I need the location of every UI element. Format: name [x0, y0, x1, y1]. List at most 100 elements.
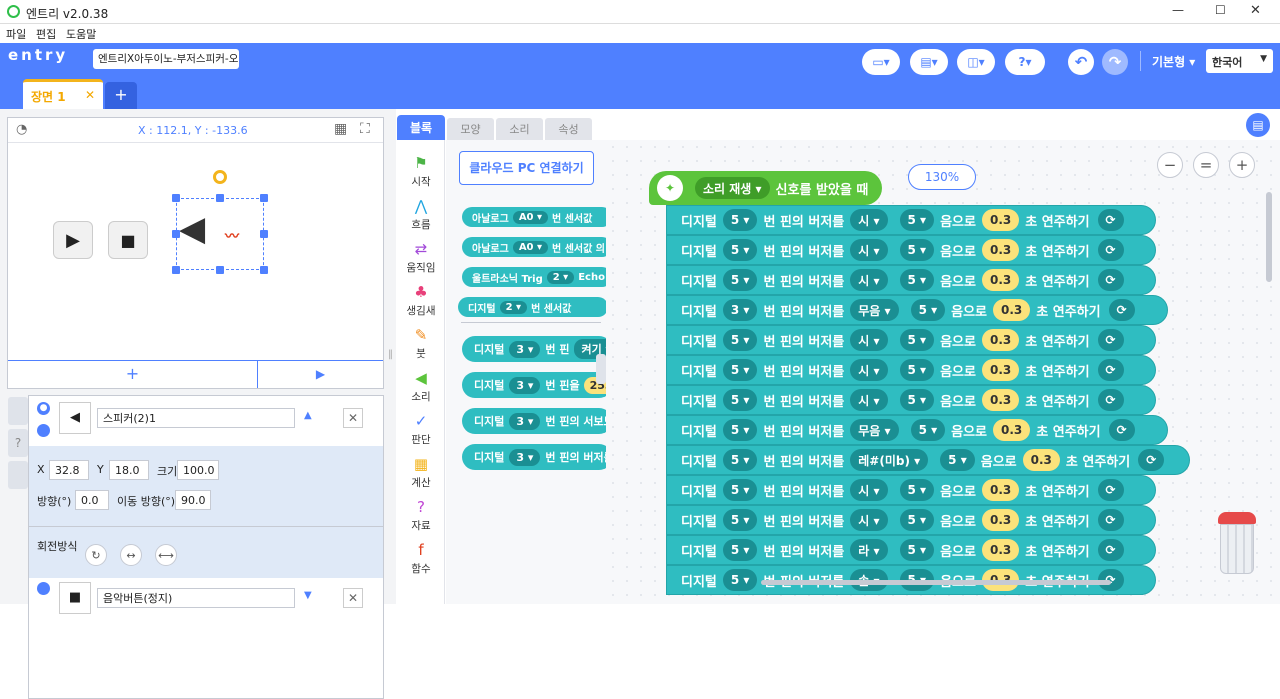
- link-icon[interactable]: ⟳: [1097, 389, 1124, 411]
- octave-dropdown[interactable]: 5 ▾: [899, 209, 935, 231]
- pin-dropdown[interactable]: 5 ▾: [722, 209, 758, 231]
- category-check[interactable]: ✓ 판단: [397, 406, 445, 448]
- note-dropdown[interactable]: 시 ▾: [850, 509, 888, 531]
- help-menu-button[interactable]: ?▾: [1005, 49, 1045, 75]
- pin-dropdown[interactable]: 5 ▾: [722, 389, 758, 411]
- link-icon[interactable]: ⟳: [1108, 299, 1135, 321]
- category-move[interactable]: ⇄ 움직임: [397, 234, 445, 276]
- maximize-button[interactable]: ☐: [1215, 3, 1226, 17]
- rotate-handle[interactable]: [213, 170, 227, 184]
- sprite-name-input-2[interactable]: 음악버튼(정지): [97, 588, 295, 608]
- note-dropdown[interactable]: 시 ▾: [850, 329, 888, 351]
- link-icon[interactable]: ⟳: [1097, 539, 1124, 561]
- document-menu-button[interactable]: ▤▾: [910, 49, 948, 75]
- link-icon[interactable]: ⟳: [1108, 419, 1135, 441]
- tab-shape[interactable]: 모양: [447, 118, 494, 141]
- pin-dropdown[interactable]: 5 ▾: [722, 539, 758, 561]
- palette-output-block[interactable]: 디지털3 ▾번 핀켜기 ▾: [462, 336, 606, 362]
- mode-select[interactable]: 기본형 ▾: [1152, 53, 1195, 70]
- link-icon[interactable]: ⟳: [1097, 359, 1124, 381]
- buzzer-play-block[interactable]: 디지털 3 ▾ 번 핀의 버저를 무음 ▾ 5 ▾ 음으로 0.3 초 연주하기 ⟳: [666, 295, 1168, 325]
- rotate-free-button[interactable]: ↻: [85, 544, 107, 566]
- buzzer-play-block[interactable]: 디지털 5 ▾ 번 핀의 버저를 시 ▾ 5 ▾ 음으로 0.3 초 연주하기 ⟳: [666, 235, 1156, 265]
- resize-handle[interactable]: [172, 194, 180, 202]
- buzzer-play-block[interactable]: 디지털 5 ▾ 번 핀의 버저를 시 ▾ 5 ▾ 음으로 0.3 초 연주하기 ⟳: [666, 325, 1156, 355]
- buzzer-play-block[interactable]: 디지털 5 ▾ 번 핀의 버저를 시 ▾ 5 ▾ 음으로 0.3 초 연주하기 ⟳: [666, 355, 1156, 385]
- language-select[interactable]: 한국어 ▼: [1206, 49, 1273, 73]
- note-dropdown[interactable]: 레#(미b) ▾: [850, 449, 929, 471]
- eye-icon[interactable]: [37, 582, 50, 595]
- octave-dropdown[interactable]: 5 ▾: [899, 389, 935, 411]
- octave-dropdown[interactable]: 5 ▾: [910, 299, 946, 321]
- close-button[interactable]: ✕: [1250, 3, 1261, 18]
- pin-dropdown[interactable]: 5 ▾: [722, 329, 758, 351]
- resize-handle[interactable]: [260, 230, 268, 238]
- menu-help[interactable]: 도움말: [66, 26, 96, 42]
- link-icon[interactable]: ⟳: [1097, 269, 1124, 291]
- play-sprite-button[interactable]: ▶: [53, 221, 93, 259]
- duration-input[interactable]: 0.3: [981, 329, 1020, 351]
- category-question[interactable]: ? 자료: [397, 492, 445, 534]
- duration-input[interactable]: 0.3: [981, 389, 1020, 411]
- side-tab-objects[interactable]: [8, 397, 28, 425]
- palette-scroll-handle[interactable]: [596, 354, 606, 384]
- category-flag[interactable]: ⚑ 시작: [397, 148, 445, 190]
- palette-output-block[interactable]: 디지털 3 ▾ 번 핀의 버저를: [462, 444, 606, 470]
- octave-dropdown[interactable]: 5 ▾: [940, 449, 975, 471]
- link-icon[interactable]: ⟳: [1097, 479, 1124, 501]
- link-icon[interactable]: ⟳: [1097, 329, 1124, 351]
- grid-icon[interactable]: ▦: [334, 121, 347, 137]
- print-menu-button[interactable]: ◫▾: [957, 49, 995, 75]
- lock-icon[interactable]: [37, 424, 50, 437]
- sprite-thumbnail-2[interactable]: ■: [59, 582, 91, 614]
- scene-close-icon[interactable]: ✕: [85, 88, 95, 102]
- octave-dropdown[interactable]: 5 ▾: [899, 479, 935, 501]
- side-tab-keyboard[interactable]: [8, 461, 28, 489]
- menu-file[interactable]: 파일: [6, 26, 26, 42]
- duration-input[interactable]: 0.3: [993, 299, 1031, 321]
- fullscreen-icon[interactable]: ⛶: [360, 121, 370, 137]
- note-dropdown[interactable]: 무음 ▾: [850, 419, 899, 441]
- category-function[interactable]: f 함수: [397, 535, 445, 577]
- rotate-none-button[interactable]: ⟷: [155, 544, 177, 566]
- octave-dropdown[interactable]: 5 ▾: [899, 509, 935, 531]
- buzzer-play-block[interactable]: 디지털 5 ▾ 번 핀의 버저를 시 ▾ 5 ▾ 음으로 0.3 초 연주하기 ⟳: [666, 475, 1156, 505]
- eye-icon[interactable]: ●: [37, 402, 50, 415]
- buzzer-play-block[interactable]: 디지털 5 ▾ 번 핀의 버저를 시 ▾ 5 ▾ 음으로 0.3 초 연주하기 ⟳: [666, 505, 1156, 535]
- octave-dropdown[interactable]: 5 ▾: [899, 329, 935, 351]
- category-flow[interactable]: ⋀ 흐름: [397, 191, 445, 233]
- comment-icon[interactable]: ▤: [1246, 113, 1270, 137]
- speedometer-icon[interactable]: ◔: [16, 122, 27, 137]
- category-brush[interactable]: ✎ 붓: [397, 320, 445, 362]
- save-menu-button[interactable]: ▭▾: [862, 49, 900, 75]
- resize-handle[interactable]: [172, 266, 180, 274]
- tab-sound[interactable]: 소리: [496, 118, 543, 141]
- add-sprite-button[interactable]: +: [8, 361, 258, 388]
- when-signal-received-block[interactable]: ✦ 소리 재생 ▾ 신호를 받았을 때: [649, 171, 883, 205]
- buzzer-play-block[interactable]: 디지털 5 ▾ 번 핀의 버저를 라 ▾ 5 ▾ 음으로 0.3 초 연주하기 ⟳: [666, 535, 1156, 565]
- pin-dropdown[interactable]: 5 ▾: [722, 359, 758, 381]
- palette-sensor-block[interactable]: 아날로그 A0 ▾ 번 센서값 의: [462, 237, 606, 257]
- palette-output-block[interactable]: 디지털3 ▾번 핀을255: [462, 372, 606, 398]
- trash-can-icon[interactable]: [1216, 512, 1256, 576]
- pin-dropdown[interactable]: 5 ▾: [722, 449, 758, 471]
- menu-edit[interactable]: 편집: [36, 26, 56, 42]
- redo-button[interactable]: ↷: [1102, 49, 1128, 75]
- duration-input[interactable]: 0.3: [1022, 449, 1060, 471]
- pin-dropdown[interactable]: 5 ▾: [722, 509, 758, 531]
- palette-sensor-block[interactable]: 아날로그 A0 ▾ 번 센서값: [462, 207, 606, 227]
- link-icon[interactable]: ⟳: [1138, 449, 1165, 471]
- zoom-in-button[interactable]: +: [1229, 152, 1255, 178]
- pin-dropdown[interactable]: 5 ▾: [722, 239, 758, 261]
- category-speaker[interactable]: ◀ 소리: [397, 363, 445, 405]
- category-calc[interactable]: ▦ 계산: [397, 449, 445, 491]
- resize-handle[interactable]: [172, 230, 180, 238]
- duration-input[interactable]: 0.3: [993, 419, 1031, 441]
- palette-sensor-block[interactable]: 디지털 2 ▾ 번 센서값: [458, 297, 606, 317]
- note-dropdown[interactable]: 시 ▾: [850, 239, 888, 261]
- project-title-input[interactable]: 엔트리X아두이노-부저스피커-오징: [93, 49, 239, 69]
- octave-dropdown[interactable]: 5 ▾: [910, 419, 946, 441]
- y-input[interactable]: 18.0: [109, 460, 149, 480]
- undo-button[interactable]: ↶: [1068, 49, 1094, 75]
- pin-dropdown[interactable]: 3 ▾: [509, 340, 541, 358]
